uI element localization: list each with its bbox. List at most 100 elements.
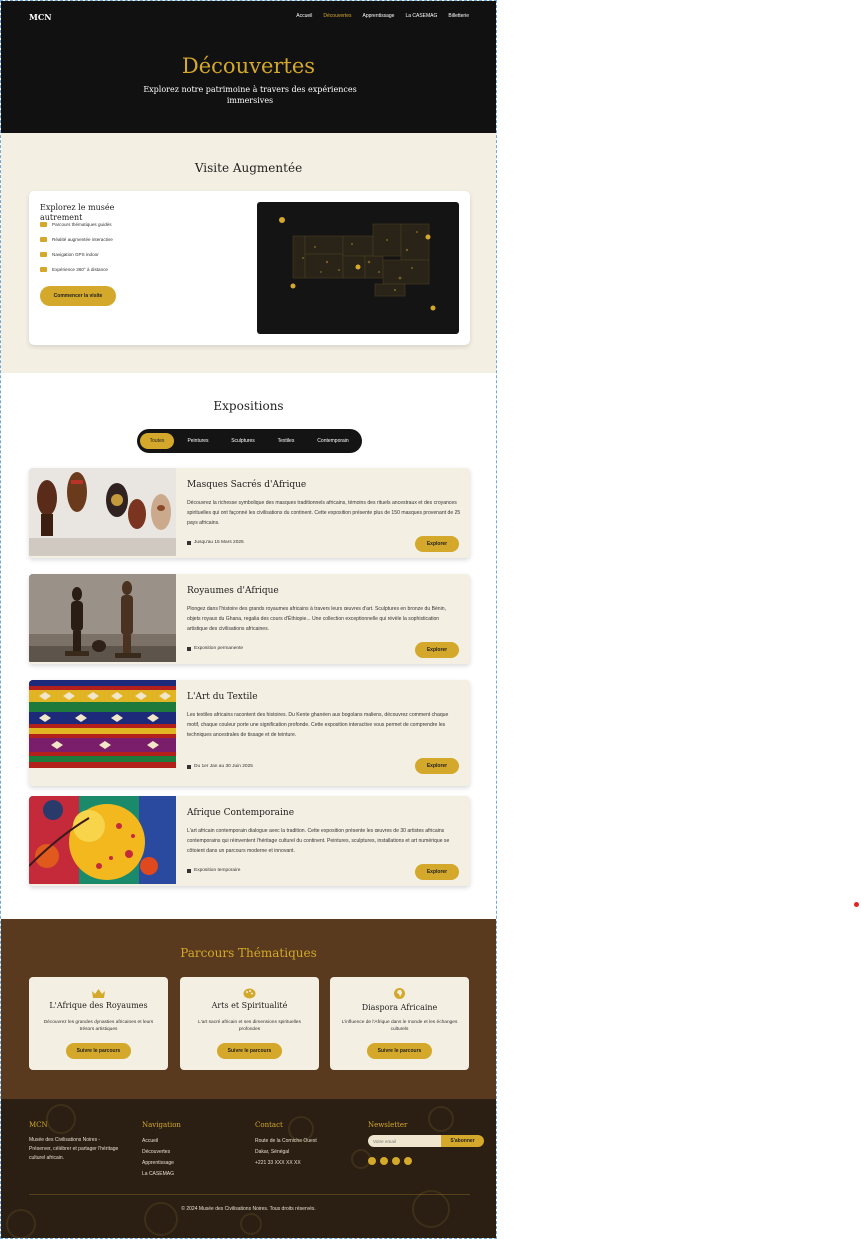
footer-link-apprentissage[interactable]: Apprentissage [142,1158,181,1169]
copyright: © 2024 Musée des Civilisations Noires. T… [181,1206,316,1212]
exhibition-image-contemporary[interactable] [29,796,176,884]
sculptures-illustration [29,574,176,662]
parcours-card-description: L'art sacré africain et ses dimensions s… [198,1020,301,1032]
feature-item: Réalité augmentée interactive [40,237,113,242]
filter-toutes[interactable]: Toutes [140,433,174,449]
expositions-title: Expositions [213,399,284,413]
filter-bar: Toutes Peintures Sculptures Textiles Con… [137,429,362,453]
footer-newsletter-title: Newsletter [368,1121,408,1129]
feature-label: Expérience 360° à distance [52,267,108,272]
social-links [368,1157,412,1165]
newsletter-email-input[interactable] [368,1135,441,1147]
exhibition-date: Exposition permanente [187,646,243,651]
filter-contemporain[interactable]: Contemporain [309,433,357,449]
youtube-icon[interactable] [404,1157,412,1165]
page-frame: MCN Accueil Découvertes Apprentissage La… [0,0,497,1239]
parcours-card-description: Découvrez les grandes dynasties africain… [43,1020,154,1032]
feature-label: Parcours thématiques guidés [52,222,112,227]
facebook-icon[interactable] [368,1157,376,1165]
explore-button[interactable]: Explorer [415,864,459,880]
footer-link-decouvertes[interactable]: Découvertes [142,1147,181,1158]
parcours-card-title: L'Afrique des Royaumes [49,1001,148,1010]
exhibition-image-masks[interactable] [29,468,176,556]
filter-textiles[interactable]: Textiles [269,433,303,449]
nav-item-billetterie[interactable]: Billetterie [448,13,469,19]
footer-contact-title: Contact [255,1121,283,1129]
visite-card-title: Explorez le musée autrement [40,203,115,222]
exhibition-date-label: Exposition permanente [194,646,244,651]
contact-city: Dakar, Sénégal [255,1149,290,1155]
exhibition-card: Afrique Contemporaine L'art africain con… [29,796,470,886]
instagram-icon[interactable] [380,1157,388,1165]
exhibition-date-label: Exposition temporaire [194,868,241,873]
textile-illustration [29,680,176,768]
hero-subtitle: Explorez notre patrimoine à travers des … [143,85,357,105]
nav-item-accueil[interactable]: Accueil [296,13,312,19]
nav-item-apprentissage[interactable]: Apprentissage [362,13,394,19]
contact-address: Route de la Corniche Ouest [255,1138,317,1144]
footer: MCN Musée des Civilisations Noires - Pré… [1,1099,496,1238]
parcours-card: Arts et Spiritualité L'art sacré africai… [180,977,319,1070]
filter-sculptures[interactable]: Sculptures [223,433,263,449]
nav-item-casemag[interactable]: La CASEMAG [405,13,437,19]
explore-button[interactable]: Explorer [415,758,459,774]
follow-parcours-button[interactable]: Suivre le parcours [367,1043,432,1059]
calendar-icon [187,540,191,545]
footer-about: MCN Musée des Civilisations Noires - Pré… [29,1121,119,1163]
feature-item: Expérience 360° à distance [40,267,108,272]
logo[interactable]: MCN [29,12,52,22]
museum-floor-map[interactable] [257,202,459,334]
vr-headset-icon [40,267,47,272]
camera-icon [40,237,47,242]
exhibition-date-label: Du 1er Jan au 30 Juin 2025 [194,764,253,769]
exhibition-date: Du 1er Jan au 30 Juin 2025 [187,764,253,769]
exhibition-image-sculptures[interactable] [29,574,176,662]
subscribe-button[interactable]: S'abonner [441,1135,484,1147]
cursor-marker [854,902,859,907]
nav-item-decouvertes[interactable]: Découvertes [323,13,351,19]
twitter-icon[interactable] [392,1157,400,1165]
footer-brand: MCN [29,1121,48,1129]
follow-parcours-button[interactable]: Suivre le parcours [217,1043,282,1059]
masks-illustration [29,468,176,556]
footer-contact: Contact Route de la Corniche Ouest Dakar… [255,1121,317,1169]
explore-button[interactable]: Explorer [415,536,459,552]
exhibition-title: Royaumes d'Afrique [187,586,279,596]
exhibition-title: Afrique Contemporaine [187,808,295,818]
footer-link-accueil[interactable]: Accueil [142,1136,181,1147]
parcours-card: L'Afrique des Royaumes Découvrez les gra… [29,977,168,1070]
footer-about-text: Musée des Civilisations Noires - Préserv… [29,1137,119,1161]
exhibition-description: Découvrez la richesse symbolique des mas… [187,500,461,526]
parcours-card: Diaspora Africaine L'influence de l'Afri… [330,977,469,1070]
footer-link-casemag[interactable]: La CASEMAG [142,1169,181,1180]
explore-button[interactable]: Explorer [415,642,459,658]
exhibition-card: Masques Sacrés d'Afrique Découvrez la ri… [29,468,470,558]
parcours-card-description: L'influence de l'Afrique dans le monde e… [341,1020,458,1032]
filter-peintures[interactable]: Peintures [179,433,217,449]
page-title: Découvertes [181,54,316,78]
feature-item: Parcours thématiques guidés [40,222,112,227]
route-icon [40,222,47,227]
exhibition-image-textile[interactable] [29,680,176,768]
footer-pattern [6,1104,454,1238]
visite-card: Explorez le musée autrement Parcours thé… [29,191,470,345]
exhibition-date: Jusqu'au 15 Mars 2025 [187,540,244,545]
hero-section: MCN Accueil Découvertes Apprentissage La… [1,1,496,133]
newsletter-form: S'abonner [368,1135,484,1147]
follow-parcours-button[interactable]: Suivre le parcours [66,1043,131,1059]
footer-newsletter: Newsletter [368,1121,407,1136]
parcours-card-title: Arts et Spiritualité [211,1001,288,1010]
contemporary-art-illustration [29,796,176,884]
exhibition-date: Exposition temporaire [187,868,240,873]
exhibition-title: L'Art du Textile [187,692,258,702]
exhibition-card: L'Art du Textile Les textiles africains … [29,680,470,786]
footer-nav-title: Navigation [142,1121,181,1129]
exhibition-description: Les textiles africains racontent des his… [187,712,449,738]
crown-icon [92,989,105,998]
globe-africa-icon [394,988,405,999]
feature-label: Navigation GPS indoor [52,252,99,257]
feature-label: Réalité augmentée interactive [52,237,113,242]
palette-icon [243,988,256,999]
start-visit-button[interactable]: Commencer la visite [40,286,116,306]
parcours-card-title: Diaspora Africaine [361,1003,438,1012]
